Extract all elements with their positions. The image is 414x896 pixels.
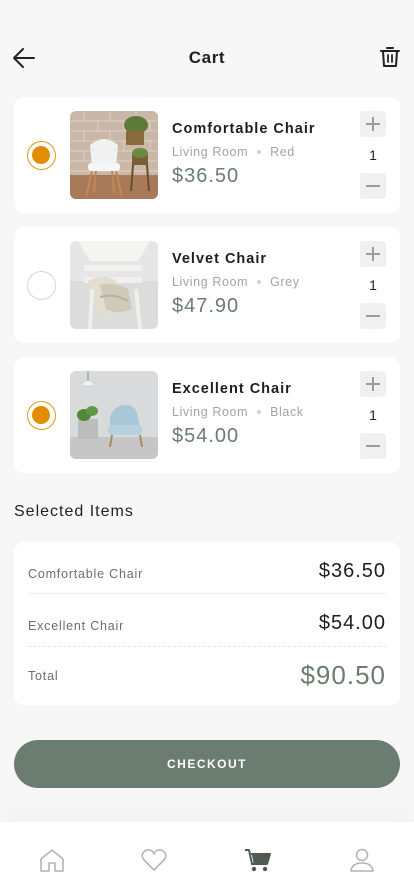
heart-icon [141, 849, 167, 871]
quantity-value: 1 [369, 407, 377, 423]
delete-button[interactable] [380, 46, 402, 70]
quantity-value: 1 [369, 147, 377, 163]
profile-icon [350, 848, 374, 872]
bottom-tab-bar [0, 822, 414, 896]
item-room: Living Room [172, 145, 249, 159]
product-image [70, 241, 158, 329]
separator-dot [257, 409, 262, 414]
summary-row-value: $54.00 [318, 612, 386, 634]
increase-quantity-button[interactable] [360, 111, 386, 137]
item-meta: Living Room Black [172, 405, 304, 419]
cart-item-card: Comfortable Chair Living Room Red $36.50 … [14, 97, 400, 213]
tab-home[interactable] [38, 846, 66, 874]
tab-profile[interactable] [348, 846, 376, 874]
home-icon [40, 849, 64, 872]
increase-quantity-button[interactable] [360, 241, 386, 267]
separator-dot [257, 149, 262, 154]
checkout-button[interactable]: CHECKOUT [14, 740, 400, 788]
cart-item-card: Excellent Chair Living Room Black $54.00 … [14, 357, 400, 473]
total-value: $90.50 [300, 660, 386, 690]
total-row: Total $90.50 [28, 660, 386, 692]
decrease-quantity-button[interactable] [360, 173, 386, 199]
summary-row-value: $36.50 [318, 560, 386, 582]
item-price: $54.00 [172, 425, 240, 447]
item-room: Living Room [172, 405, 249, 419]
increase-quantity-button[interactable] [360, 371, 386, 397]
page-title: Cart [188, 48, 226, 67]
summary-card: Comfortable Chair $36.50 Excellent Chair… [14, 542, 400, 705]
select-item-radio[interactable] [27, 401, 56, 430]
item-meta: Living Room Grey [172, 275, 300, 289]
cart-icon [245, 849, 271, 872]
decrease-quantity-button[interactable] [360, 433, 386, 459]
summary-row: Comfortable Chair $36.50 [28, 560, 386, 586]
divider [28, 593, 386, 594]
summary-row: Excellent Chair $54.00 [28, 612, 386, 638]
item-name: Velvet Chair [172, 251, 268, 267]
product-image [70, 111, 158, 199]
select-item-radio[interactable] [27, 141, 56, 170]
total-label: Total [28, 669, 59, 683]
item-name: Comfortable Chair [172, 121, 316, 137]
item-color: Grey [270, 275, 300, 289]
item-meta: Living Room Red [172, 145, 295, 159]
separator-dot [257, 279, 262, 284]
cart-item-card: Velvet Chair Living Room Grey $47.90 1 [14, 227, 400, 343]
item-price: $47.90 [172, 295, 240, 317]
decrease-quantity-button[interactable] [360, 303, 386, 329]
item-price: $36.50 [172, 165, 240, 187]
summary-row-label: Comfortable Chair [28, 567, 144, 581]
select-item-radio[interactable] [27, 271, 56, 300]
header: Cart [0, 0, 414, 96]
product-image [70, 371, 158, 459]
item-color: Black [270, 405, 304, 419]
item-color: Red [270, 145, 295, 159]
section-title: Selected Items [14, 503, 134, 520]
tab-favorites[interactable] [140, 846, 168, 874]
item-room: Living Room [172, 275, 249, 289]
trash-icon [380, 47, 400, 67]
quantity-value: 1 [369, 277, 377, 293]
item-name: Excellent Chair [172, 381, 292, 397]
summary-row-label: Excellent Chair [28, 619, 125, 633]
dashed-divider [28, 646, 386, 647]
tab-cart[interactable] [244, 846, 272, 874]
